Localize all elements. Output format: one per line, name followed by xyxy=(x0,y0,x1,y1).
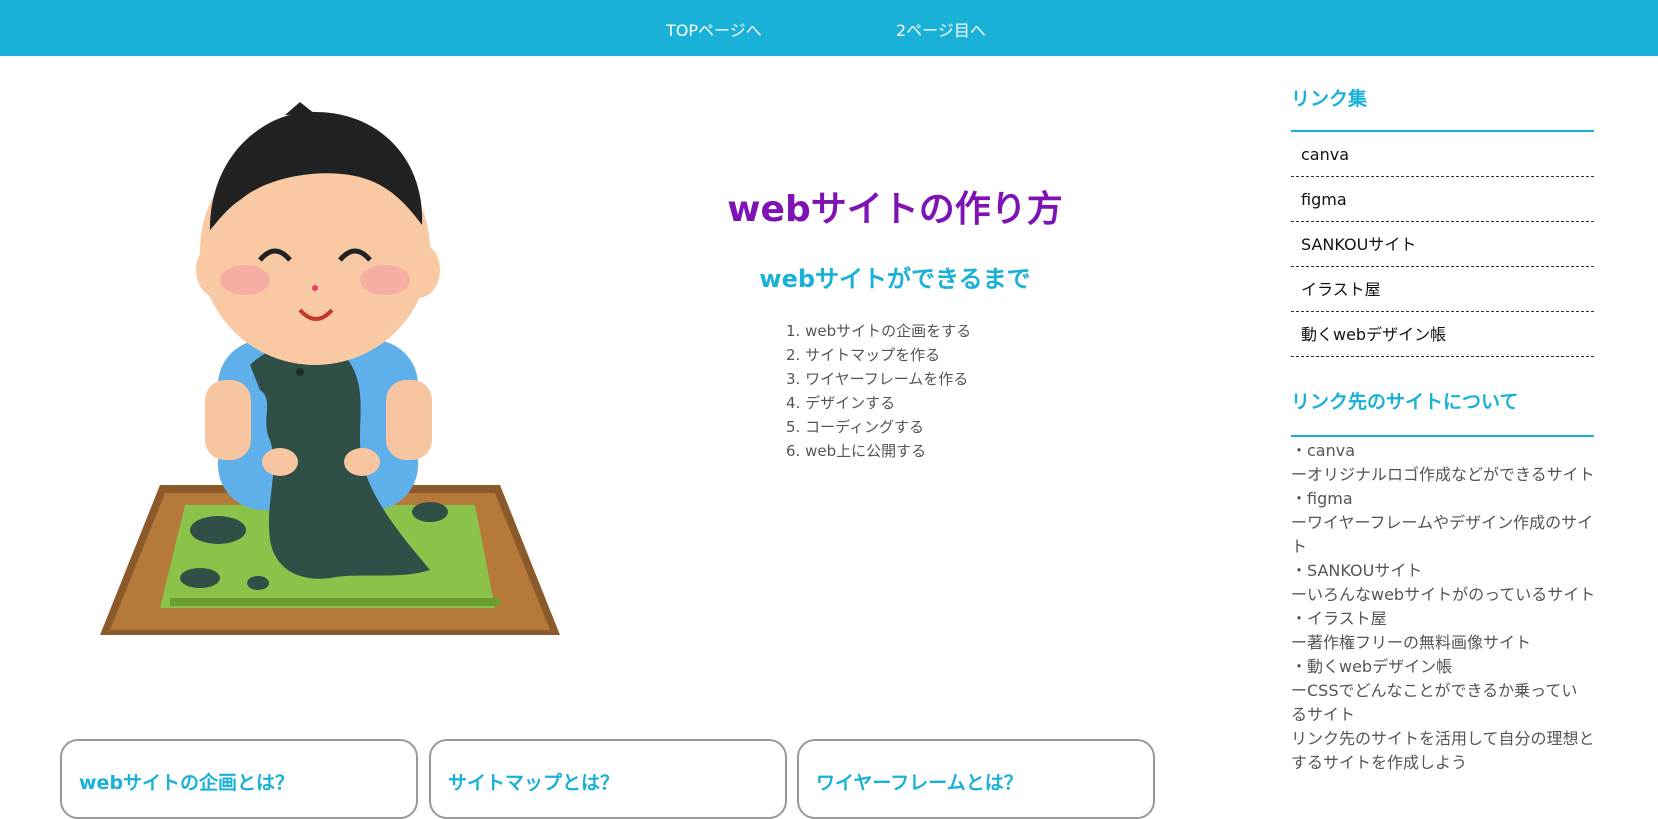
card-sitemap: サイトマップとは？ xyxy=(429,739,787,819)
list-item: 5. コーディングする xyxy=(786,418,925,436)
about-line: ・SANKOUサイト xyxy=(1291,561,1423,580)
about-line: ー著作権フリーの無料画像サイト xyxy=(1291,633,1532,652)
page-title: webサイトの作り方 xyxy=(727,189,1063,230)
link-figma[interactable]: figma xyxy=(1291,177,1594,222)
link-irasutoya[interactable]: イラスト屋 xyxy=(1291,267,1594,312)
nav-link-top[interactable]: TOPページへ xyxy=(666,17,762,41)
about-line: ーワイヤーフレームやデザイン作成のサイ xyxy=(1291,513,1594,532)
list-item: 6. web上に公開する xyxy=(786,442,927,460)
about-line: するサイトを作成しよう xyxy=(1291,753,1468,772)
about-line: ・figma xyxy=(1291,489,1353,508)
about-line: ーオリジナルロゴ作成などができるサイト xyxy=(1291,465,1595,484)
nav-link-page2[interactable]: 2ページ目へ xyxy=(896,17,986,41)
links-heading: リンク集 xyxy=(1291,80,1594,132)
link-canva[interactable]: canva xyxy=(1291,132,1594,177)
page-subtitle: webサイトができるまで xyxy=(759,265,1031,293)
about-links-heading: リンク先のサイトについて xyxy=(1291,381,1594,437)
list-item: 3. ワイヤーフレームを作る xyxy=(786,370,969,388)
list-item: 1. webサイトの企画をする xyxy=(786,322,972,340)
list-item: 4. デザインする xyxy=(786,394,896,412)
card-title: webサイトの企画とは？ xyxy=(79,772,295,794)
boy-sculpting-clay-illustration xyxy=(100,100,570,685)
card-title: サイトマップとは？ xyxy=(448,772,620,794)
link-list: canva figma SANKOUサイト イラスト屋 動くwebデザイン帳 xyxy=(1291,132,1594,357)
card-planning: webサイトの企画とは？ xyxy=(60,739,418,819)
about-line: ・canva xyxy=(1291,441,1356,460)
card-title: ワイヤーフレームとは？ xyxy=(816,772,1023,794)
steps-list: 1. webサイトの企画をする 2. サイトマップを作る 3. ワイヤーフレーム… xyxy=(786,319,971,463)
about-line: るサイト xyxy=(1291,705,1356,724)
link-sankou[interactable]: SANKOUサイト xyxy=(1291,222,1594,267)
about-line: ーCSSでどんなことができるか乗ってい xyxy=(1291,681,1578,700)
about-line: リンク先のサイトを活用して自分の理想と xyxy=(1291,729,1595,748)
about-line: ト xyxy=(1291,537,1308,556)
link-ugoku-web-design[interactable]: 動くwebデザイン帳 xyxy=(1291,312,1594,357)
card-wireframe: ワイヤーフレームとは？ xyxy=(797,739,1155,819)
about-line: ・イラスト屋 xyxy=(1291,609,1387,628)
about-line: ・動くwebデザイン帳 xyxy=(1291,657,1453,676)
top-navigation: TOPページへ 2ページ目へ xyxy=(0,0,1658,56)
about-line: ーいろんなwebサイトがのっているサイト xyxy=(1291,585,1596,604)
sidebar: リンク集 canva figma SANKOUサイト イラスト屋 動くwebデザ… xyxy=(1291,80,1596,775)
list-item: 2. サイトマップを作る xyxy=(786,346,941,364)
about-links-text: ・canva ーオリジナルロゴ作成などができるサイト ・figma ーワイヤーフ… xyxy=(1291,437,1596,775)
